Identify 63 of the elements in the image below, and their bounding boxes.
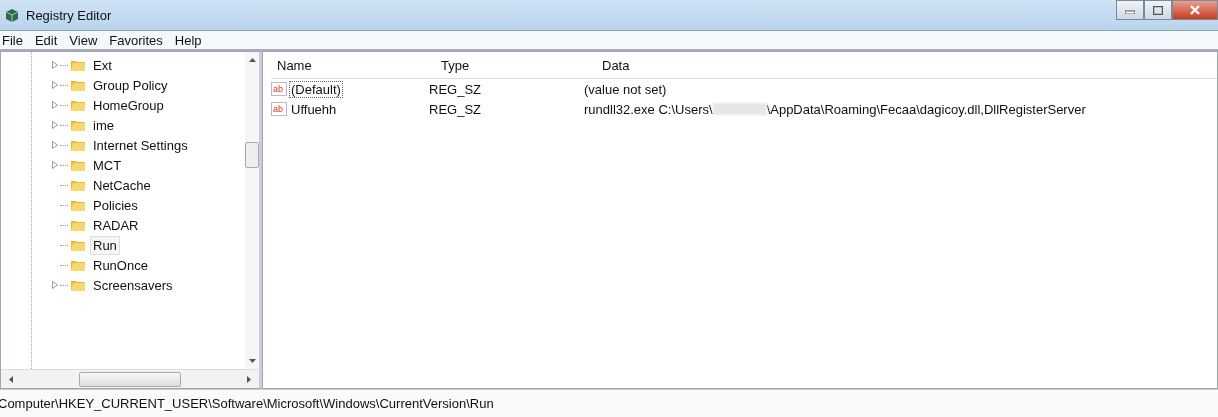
folder-icon [70, 278, 86, 292]
table-cell: (value not set) [584, 81, 667, 97]
string-value-icon: ab [271, 102, 287, 116]
folder-icon [70, 198, 86, 212]
right-arrow-icon[interactable] [247, 375, 251, 383]
folder-icon [70, 138, 86, 152]
tree-item[interactable]: RADAR [90, 215, 142, 235]
column-header[interactable]: Name [271, 57, 435, 73]
value-name[interactable]: (Default) [289, 80, 343, 98]
tree-item[interactable]: Policies [90, 195, 141, 215]
value-name[interactable]: Uffuehh [289, 100, 339, 118]
cube-icon [4, 7, 20, 23]
horizontal-scrollbar[interactable] [1, 369, 259, 388]
table-cell: rundll32.exe C:\Users\ [584, 101, 713, 117]
scroll-thumb[interactable] [245, 142, 259, 168]
left-arrow-icon[interactable] [9, 375, 13, 383]
expand-arrow-icon[interactable] [52, 121, 58, 129]
folder-icon [70, 258, 86, 272]
tree-item[interactable]: Internet Settings [90, 135, 191, 155]
expand-arrow-icon[interactable] [52, 81, 58, 89]
expand-arrow-icon[interactable] [52, 101, 58, 109]
folder-icon [70, 178, 86, 192]
table-cell: \AppData\Roaming\Fecaa\dagicoy.dll,DllRegisterServer [766, 101, 1086, 117]
menu-item[interactable]: Edit [34, 32, 58, 48]
close-button[interactable] [1172, 0, 1218, 20]
table-cell-text: REG_SZ [429, 81, 482, 97]
up-arrow-icon[interactable] [248, 58, 256, 62]
down-arrow-icon[interactable] [248, 359, 256, 363]
menu-item[interactable]: Help [174, 32, 202, 48]
tree-item[interactable]: Group Policy [90, 75, 171, 95]
folder-icon [70, 238, 86, 252]
expand-arrow-icon[interactable] [52, 161, 58, 169]
maximize-icon [1153, 5, 1163, 15]
folder-icon [70, 218, 86, 232]
folder-icon [70, 118, 86, 132]
table-cell-text: REG_SZ [429, 101, 482, 117]
folder-icon [70, 78, 86, 92]
string-value-icon: ab [271, 82, 287, 96]
vertical-scrollbar[interactable] [245, 52, 259, 369]
scroll-thumb[interactable] [79, 371, 181, 387]
tree-item[interactable]: MCT [90, 155, 125, 175]
tree-item[interactable]: HomeGroup [90, 95, 167, 115]
expand-arrow-icon[interactable] [52, 141, 58, 149]
folder-icon [70, 158, 86, 172]
menu-item[interactable]: View [69, 32, 98, 48]
tree-item[interactable]: Screensavers [90, 275, 176, 295]
column-header[interactable]: Data [596, 57, 1217, 73]
folder-icon [70, 98, 86, 112]
maximize-button[interactable] [1144, 0, 1172, 20]
tree-item[interactable]: Run [90, 235, 120, 255]
tree-item[interactable]: NetCache [90, 175, 154, 195]
menu-item[interactable]: Favorites [109, 32, 163, 48]
minimize-button[interactable] [1116, 0, 1144, 20]
expand-arrow-icon[interactable] [52, 61, 58, 69]
column-header[interactable]: Type [435, 57, 596, 73]
tree-item[interactable]: Ext [90, 55, 115, 75]
menu-item[interactable]: File [2, 32, 23, 48]
close-icon [1190, 5, 1200, 15]
folder-icon [70, 58, 86, 72]
tree-item[interactable]: RunOnce [90, 255, 151, 275]
expand-arrow-icon[interactable] [52, 281, 58, 289]
window-title: Registry Editor [26, 7, 112, 23]
tree-item[interactable]: ime [90, 115, 117, 135]
